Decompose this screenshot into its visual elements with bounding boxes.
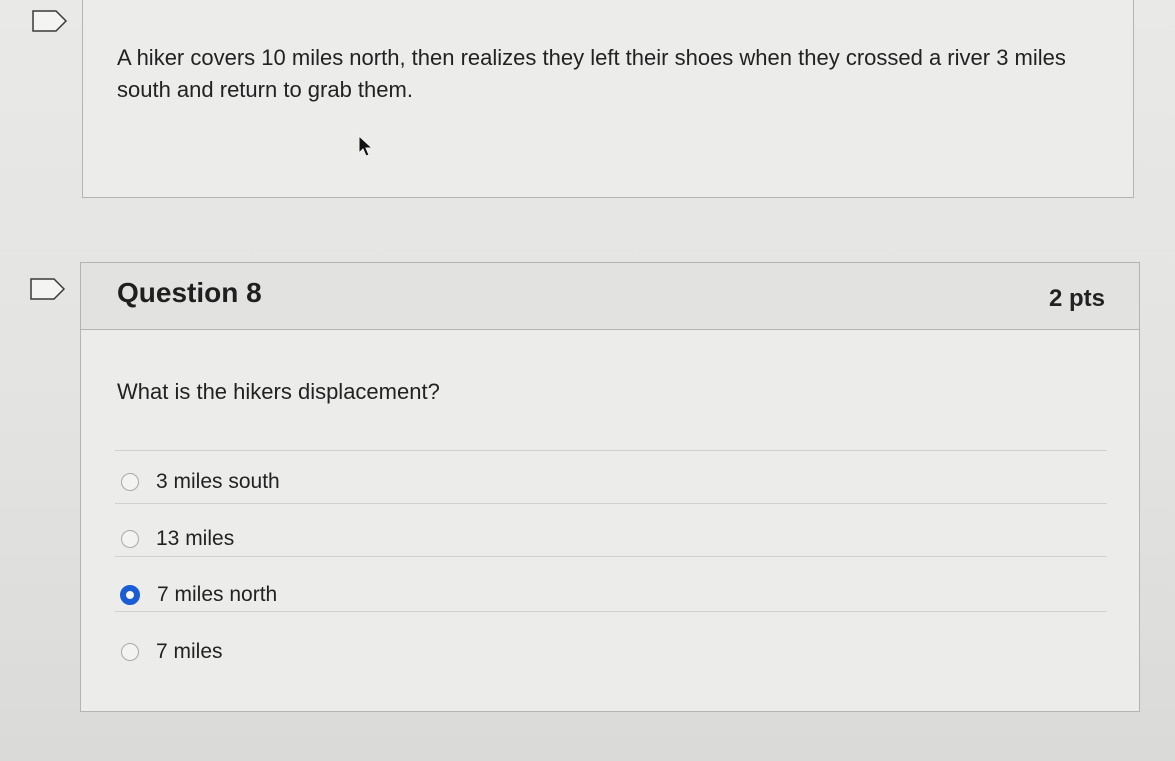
answer-divider: [115, 611, 1107, 612]
mouse-pointer-icon: [357, 134, 375, 163]
flag-outline: [30, 278, 66, 300]
answer-option-3-miles-south[interactable]: 3 miles south: [121, 467, 280, 497]
radio-button[interactable]: [121, 530, 139, 548]
question-card: Question 8 2 pts What is the hikers disp…: [80, 262, 1140, 712]
answer-divider: [115, 450, 1107, 451]
answer-option-7-miles-north[interactable]: 7 miles north: [120, 580, 278, 610]
answer-divider: [115, 556, 1107, 557]
question-points: 2 pts: [1048, 285, 1105, 312]
radio-button[interactable]: [121, 473, 139, 491]
answer-option-13-miles[interactable]: 13 miles: [121, 524, 234, 554]
flag-question-icon[interactable]: [30, 278, 66, 300]
answer-label: 7 miles: [156, 640, 223, 663]
question-title: Question 8: [117, 277, 262, 308]
answer-label: 13 miles: [156, 527, 235, 550]
answer-option-7-miles[interactable]: 7 miles: [121, 637, 223, 667]
answer-label: 3 miles south: [156, 470, 280, 493]
radio-button[interactable]: [121, 643, 139, 661]
question-header: Question 8 2 pts: [81, 263, 1139, 330]
pointer-shape: [358, 134, 374, 157]
previous-question-text: A hiker covers 10 miles north, then real…: [117, 45, 1066, 102]
previous-question-card: A hiker covers 10 miles north, then real…: [82, 0, 1134, 198]
question-prompt: What is the hikers displacement?: [117, 379, 440, 404]
flag-outline: [32, 10, 68, 32]
answer-divider: [115, 503, 1107, 504]
flag-question-icon[interactable]: [32, 10, 68, 32]
answer-label: 7 miles north: [157, 583, 278, 606]
radio-button-selected[interactable]: [120, 585, 140, 605]
